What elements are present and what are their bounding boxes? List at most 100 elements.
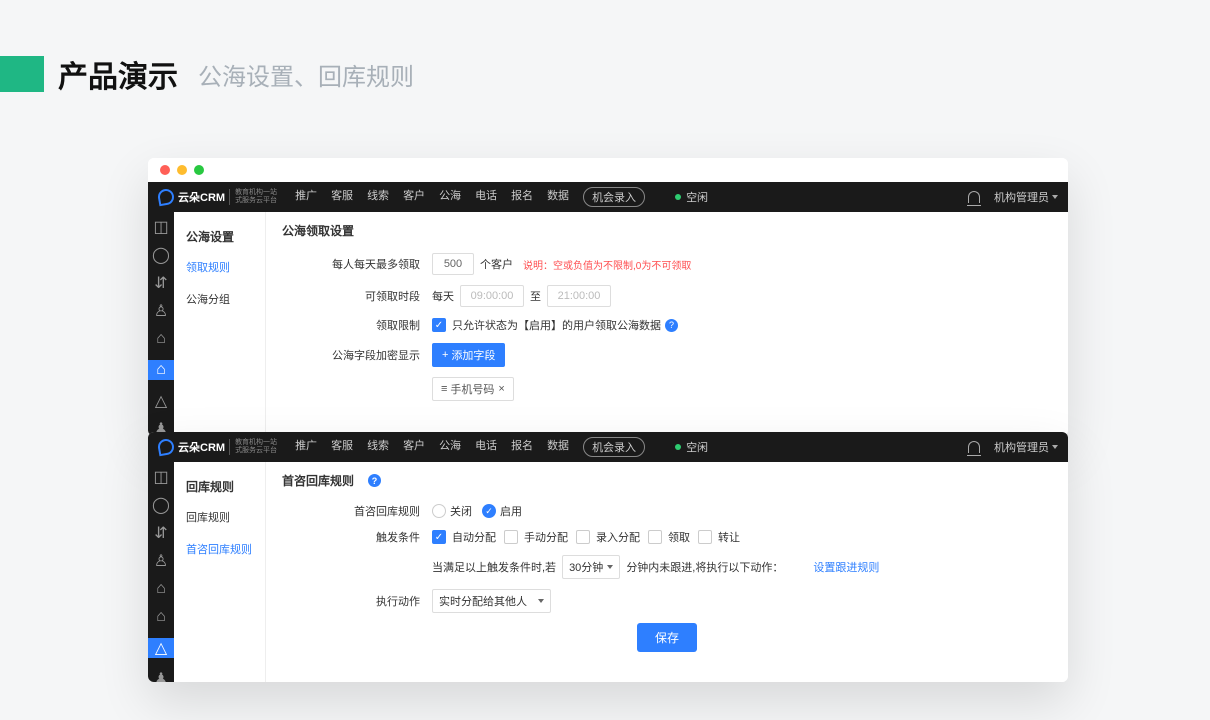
rail-icon[interactable]: ⇵ <box>154 276 168 290</box>
time-start-input[interactable]: 09:00:00 <box>460 285 524 307</box>
prefix: 每天 <box>432 288 454 304</box>
status-dot-icon <box>675 444 681 450</box>
nav-item[interactable]: 报名 <box>511 187 533 207</box>
logo-icon <box>157 438 176 457</box>
rail-icon[interactable]: ⇵ <box>154 526 168 540</box>
close-dot[interactable] <box>160 165 170 175</box>
chevron-down-icon <box>1052 195 1058 199</box>
rail-icon-active[interactable]: △ <box>148 638 174 658</box>
status-indicator[interactable]: 空闲 <box>675 189 708 205</box>
rail-icon[interactable]: ♙ <box>154 304 168 318</box>
logo[interactable]: 云朵CRM 教育机构一站 式服务云平台 <box>158 439 277 455</box>
rail-icon[interactable]: ⌂ <box>154 582 168 596</box>
nav-item[interactable]: 电话 <box>475 437 497 457</box>
nav-item[interactable]: 客服 <box>331 437 353 457</box>
rail-icon[interactable]: ◫ <box>154 220 168 234</box>
max-dot[interactable] <box>194 165 204 175</box>
hint: 说明：空或负值为不限制,0为不可领取 <box>523 257 691 272</box>
content-title: 首咨回库规则 ? <box>282 472 1052 489</box>
rail-icon[interactable]: ⌂ <box>154 610 168 624</box>
cond-post: 分钟内未跟进,将执行以下动作： <box>626 559 783 575</box>
time-end-input[interactable]: 21:00:00 <box>547 285 611 307</box>
logo-brand: 云朵CRM <box>178 439 225 455</box>
cb-manual[interactable]: ✓ <box>504 530 518 544</box>
nav-item[interactable]: 线索 <box>367 187 389 207</box>
nav-item[interactable]: 推广 <box>295 187 317 207</box>
user-menu[interactable]: 机构管理员 <box>994 189 1058 205</box>
plus-icon: + <box>442 349 448 361</box>
side-title: 公海设置 <box>174 222 265 251</box>
label: 公海字段加密显示 <box>282 347 432 363</box>
side-item-first-consult-rules[interactable]: 首咨回库规则 <box>174 533 265 565</box>
close-icon[interactable]: × <box>498 383 504 395</box>
save-button[interactable]: 保存 <box>637 623 697 652</box>
side-item-claim-rules[interactable]: 领取规则 <box>174 251 265 283</box>
nav-item[interactable]: 电话 <box>475 187 497 207</box>
window-return-rules: 云朵CRM 教育机构一站 式服务云平台 推广 客服 线索 客户 公海 电话 报名… <box>148 432 1068 682</box>
rail-icon[interactable]: ◫ <box>154 470 168 484</box>
content-title: 公海领取设置 <box>282 222 1052 239</box>
topbar: 云朵CRM 教育机构一站 式服务云平台 推广 客服 线索 客户 公海 电话 报名… <box>148 432 1068 462</box>
side-item-groups[interactable]: 公海分组 <box>174 283 265 315</box>
nav-item[interactable]: 客服 <box>331 187 353 207</box>
nav-item[interactable]: 数据 <box>547 187 569 207</box>
logo[interactable]: 云朵CRM 教育机构一站 式服务云平台 <box>158 189 277 205</box>
row-time-range: 可领取时段 每天 09:00:00 至 21:00:00 <box>282 285 1052 307</box>
action-select[interactable]: 实时分配给其他人 <box>432 589 551 613</box>
nav-item[interactable]: 报名 <box>511 437 533 457</box>
nav-item[interactable]: 客户 <box>403 187 425 207</box>
cb-transfer[interactable]: ✓ <box>698 530 712 544</box>
rail-icon[interactable]: ◯ <box>154 248 168 262</box>
nav-item[interactable]: 公海 <box>439 187 461 207</box>
chevron-down-icon <box>607 565 613 569</box>
row-rule-toggle: 首咨回库规则 关闭 启用 <box>282 503 1052 519</box>
nav-item[interactable]: 客户 <box>403 437 425 457</box>
label: 执行动作 <box>282 593 432 609</box>
rail-icon[interactable]: ♙ <box>154 554 168 568</box>
rail-icon[interactable]: ◯ <box>154 498 168 512</box>
help-icon[interactable]: ? <box>665 319 678 332</box>
link-set-follow-rules[interactable]: 设置跟进规则 <box>813 559 879 575</box>
status-indicator[interactable]: 空闲 <box>675 439 708 455</box>
cb-input[interactable]: ✓ <box>576 530 590 544</box>
cb-auto[interactable]: ✓ <box>432 530 446 544</box>
logo-icon <box>157 188 176 207</box>
rail-icon-active[interactable]: ⌂ <box>148 360 174 380</box>
bell-icon[interactable] <box>968 191 980 203</box>
row-trigger: 触发条件 ✓自动分配 ✓手动分配 ✓录入分配 ✓领取 ✓转让 <box>282 529 1052 545</box>
radio-on[interactable] <box>482 504 496 518</box>
max-claim-input[interactable]: 500 <box>432 253 474 275</box>
help-icon[interactable]: ? <box>368 474 381 487</box>
nav-item[interactable]: 数据 <box>547 437 569 457</box>
radio-off-label: 关闭 <box>450 503 472 519</box>
content-panel: 公海领取设置 每人每天最多领取 500 个客户 说明：空或负值为不限制,0为不可… <box>266 212 1068 436</box>
user-menu[interactable]: 机构管理员 <box>994 439 1058 455</box>
side-nav: 公海设置 领取规则 公海分组 <box>174 212 266 436</box>
radio-off[interactable] <box>432 504 446 518</box>
cb-claim[interactable]: ✓ <box>648 530 662 544</box>
drag-icon: ≡ <box>441 383 446 395</box>
rail-icon[interactable]: ♟ <box>154 672 168 682</box>
to: 至 <box>530 288 541 304</box>
nav-pill[interactable]: 机会录入 <box>583 437 645 457</box>
nav-item[interactable]: 线索 <box>367 437 389 457</box>
checkbox-enabled-only[interactable]: ✓ <box>432 318 446 332</box>
chevron-down-icon <box>1052 445 1058 449</box>
rail-icon[interactable]: ⌂ <box>154 332 168 346</box>
side-nav: 回库规则 回库规则 首咨回库规则 <box>174 462 266 682</box>
add-field-button[interactable]: +添加字段 <box>432 343 505 367</box>
min-dot[interactable] <box>177 165 187 175</box>
field-tag-phone[interactable]: ≡手机号码× <box>432 377 514 401</box>
cond-pre: 当满足以上触发条件时,若 <box>432 559 556 575</box>
nav-item[interactable]: 推广 <box>295 437 317 457</box>
minutes-select[interactable]: 30分钟 <box>562 555 620 579</box>
slide-title: 产品演示 <box>58 52 178 96</box>
row-action: 执行动作 实时分配给其他人 <box>282 589 1052 613</box>
rail-icon[interactable]: △ <box>154 394 168 408</box>
nav-item[interactable]: 公海 <box>439 437 461 457</box>
bell-icon[interactable] <box>968 441 980 453</box>
status-text: 空闲 <box>686 189 708 205</box>
side-item-return-rules[interactable]: 回库规则 <box>174 501 265 533</box>
nav-pill[interactable]: 机会录入 <box>583 187 645 207</box>
row-encrypt-fields: 公海字段加密显示 +添加字段 <box>282 343 1052 367</box>
